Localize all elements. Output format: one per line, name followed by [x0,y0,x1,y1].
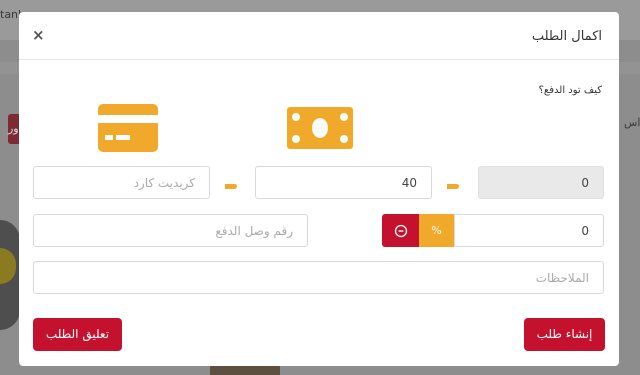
remaining-amount-field [478,166,604,199]
remove-discount-button[interactable] [382,214,419,247]
modal-header: اكمال الطلب × [19,12,619,60]
credit-card-field[interactable] [33,166,210,199]
cash-amount-field[interactable] [255,166,432,199]
minus-circle-icon [394,224,407,238]
percent-toggle-button[interactable]: % [419,214,454,247]
create-order-button[interactable]: إنشاء طلب [524,318,605,351]
cash-icon[interactable] [287,107,353,149]
close-icon[interactable]: × [32,26,45,44]
modal-title: اكمال الطلب [531,29,602,44]
payment-question: كيف تود الدفع؟ [538,85,602,96]
suspend-order-button[interactable]: تعليق الطلب [33,318,122,351]
pointing-hand-icon [447,184,459,189]
notes-field[interactable] [33,261,604,294]
background-side-text: اس [624,116,640,129]
discount-field[interactable] [454,214,604,247]
credit-card-icon[interactable] [98,104,158,152]
receipt-number-field[interactable] [33,214,308,247]
pointing-hand-icon [225,184,237,189]
complete-order-modal: اكمال الطلب × كيف تود الدفع؟ % [19,12,619,366]
